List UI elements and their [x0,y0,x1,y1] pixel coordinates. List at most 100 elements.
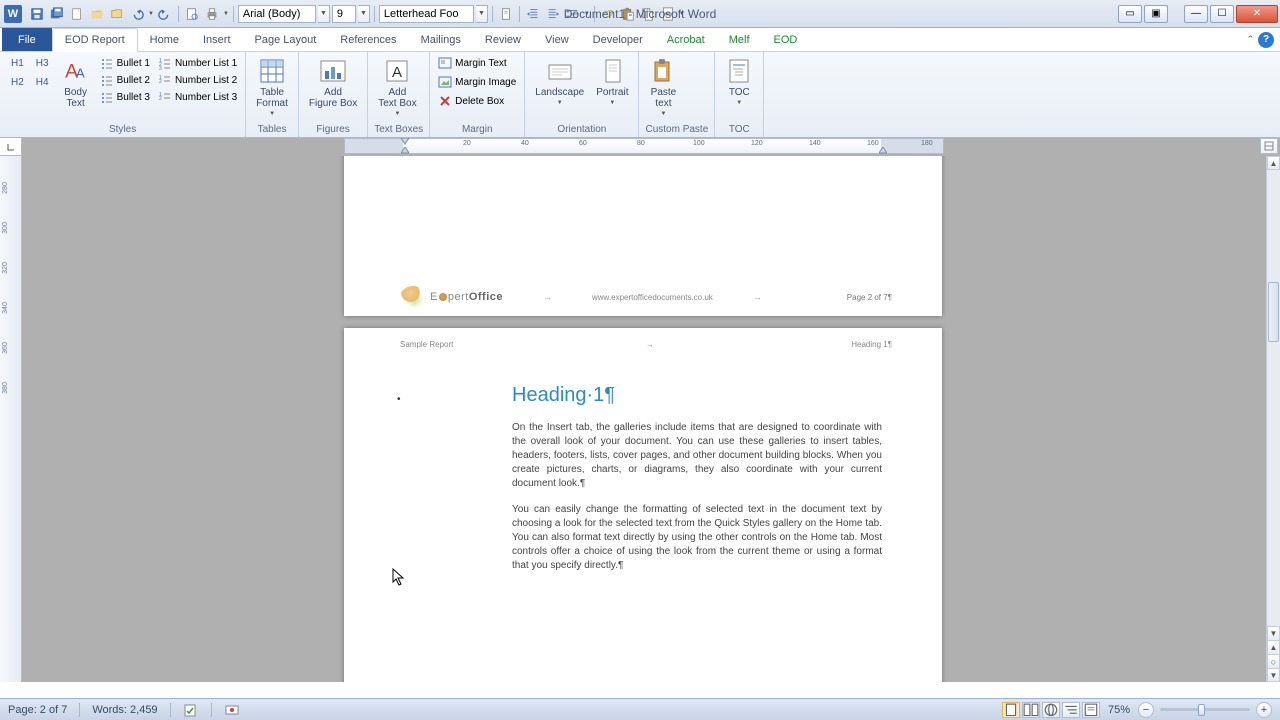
number-1-button[interactable]: 123Number List 1 [156,55,239,71]
tab-mailings[interactable]: Mailings [409,28,473,51]
header-right: Heading 1¶ [851,340,892,349]
page-count-label[interactable]: Page: 2 of 7 [8,704,67,716]
page-view-icon[interactable] [497,5,515,23]
horizontal-ruler[interactable]: 20 40 60 80 100 120 140 160 180 [344,138,944,154]
right-indent-marker[interactable] [879,147,887,155]
group-orientation: Landscape ▼ Portrait ▼ Orientation [525,52,639,137]
previous-page-button[interactable]: ▲ [1267,640,1280,654]
font-size-dropdown[interactable]: ▼ [358,5,370,23]
save-icon[interactable] [28,5,46,23]
maximize-button[interactable]: ☐ [1210,5,1234,23]
decrease-indent-icon[interactable] [524,5,542,23]
scroll-up-button[interactable]: ▲ [1267,156,1280,170]
number-2-button[interactable]: 12Number List 2 [156,72,239,88]
add-figure-box-button[interactable]: Add Figure Box [305,55,361,111]
zoom-level-label[interactable]: 75% [1108,704,1130,716]
margin-image-button[interactable]: Margin Image [436,74,518,90]
h4-style-button[interactable]: H4 [31,74,54,91]
tab-references[interactable]: References [328,28,408,51]
margin-text-button[interactable]: Margin Text [436,55,518,71]
tab-home[interactable]: Home [138,28,191,51]
bullet-3-button[interactable]: Bullet 3 [98,89,152,105]
zoom-slider-thumb[interactable] [1198,704,1205,716]
new-icon[interactable] [68,5,86,23]
ribbon-tabs: File EOD Report Home Insert Page Layout … [0,28,1280,52]
number-3-button[interactable]: 12Number List 3 [156,89,239,105]
print-layout-view-button[interactable] [1002,702,1020,718]
word-count-label[interactable]: Words: 2,459 [92,704,157,716]
body-text-button[interactable]: AA Body Text [58,55,94,111]
group-custom-paste: Paste text ▼ Custom Paste [639,52,715,137]
tab-developer[interactable]: Developer [581,28,655,51]
browse-object-button[interactable]: ○ [1267,654,1280,668]
full-screen-reading-view-button[interactable] [1022,702,1040,718]
delete-box-button[interactable]: Delete Box [436,93,518,109]
h3-style-button[interactable]: H3 [31,55,54,72]
web-layout-view-button[interactable] [1042,702,1060,718]
first-line-indent-marker[interactable] [401,138,409,146]
font-size-box[interactable]: 9 [332,5,356,23]
hanging-indent-marker[interactable] [401,147,409,155]
tab-selector[interactable] [0,138,21,156]
tab-insert[interactable]: Insert [191,28,243,51]
open-icon[interactable] [88,5,106,23]
portrait-icon [598,57,626,85]
tab-review[interactable]: Review [473,28,533,51]
macro-record-icon[interactable] [224,702,240,718]
tab-page-layout[interactable]: Page Layout [243,28,329,51]
zoom-slider[interactable] [1160,708,1250,711]
file-tab[interactable]: File [2,28,52,51]
font-name-box[interactable]: Arial (Body) [238,5,316,23]
company-logo-icon [400,286,426,308]
paste-text-button[interactable]: Paste text ▼ [645,55,681,119]
scroll-down-button[interactable]: ▼ [1267,626,1280,640]
margin-marker: • [397,394,401,405]
portrait-button[interactable]: Portrait ▼ [592,55,632,108]
quick-style-box[interactable]: Letterhead Foo [379,5,474,23]
bullet-icon [100,73,114,87]
vertical-ruler[interactable]: 280 300 320 340 360 380 [0,138,22,682]
close-button[interactable]: ✕ [1236,5,1278,23]
next-page-button[interactable]: ▼ [1267,668,1280,682]
ruler-toggle-button[interactable] [1260,138,1278,154]
status-bar: Page: 2 of 7 Words: 2,459 75% − + [0,698,1280,720]
minimize-button[interactable]: — [1184,5,1208,23]
outline-view-button[interactable] [1062,702,1080,718]
landscape-button[interactable]: Landscape ▼ [531,55,588,108]
group-margin: Margin Text Margin Image Delete Box Marg… [430,52,525,137]
print-preview-icon[interactable] [183,5,201,23]
bullet-2-button[interactable]: Bullet 2 [98,72,152,88]
zoom-in-button[interactable]: + [1256,702,1272,718]
vertical-scrollbar[interactable]: ▲ ▼ ▲ ○ ▼ [1266,156,1280,682]
help-icon[interactable]: ? [1258,32,1274,48]
h2-style-button[interactable]: H2 [6,74,29,91]
scroll-thumb[interactable] [1268,282,1279,342]
h1-style-button[interactable]: H1 [6,55,29,72]
bullet-1-button[interactable]: Bullet 1 [98,55,152,71]
zoom-out-button[interactable]: − [1138,702,1154,718]
font-name-dropdown[interactable]: ▼ [318,5,330,23]
toc-button[interactable]: TOC ▼ [721,55,757,108]
tab-acrobat[interactable]: Acrobat [655,28,717,51]
document-canvas[interactable]: EpertOffice → www.expertofficedocuments.… [22,156,1266,682]
table-format-button[interactable]: Table Format ▼ [252,55,292,119]
undo-icon[interactable] [128,5,146,23]
redo-icon[interactable] [156,5,174,23]
save-all-icon[interactable] [48,5,66,23]
number-list-icon: 12 [158,73,172,87]
print-icon[interactable] [203,5,221,23]
ribbon-restore-icon[interactable]: ▣ [1144,5,1168,23]
tab-eod-report[interactable]: EOD Report [52,28,138,52]
open-folder-icon[interactable] [108,5,126,23]
spell-check-icon[interactable] [183,702,199,718]
number-list-icon: 12 [158,90,172,104]
add-text-box-button[interactable]: A Add Text Box ▼ [374,55,420,119]
draft-view-button[interactable] [1082,702,1100,718]
ribbon-minimize-icon[interactable]: ▭ [1118,5,1142,23]
ribbon-collapse-icon[interactable]: ⌃ [1246,34,1254,45]
quick-style-dropdown[interactable]: ▼ [476,5,488,23]
increase-indent-icon[interactable] [544,5,562,23]
tab-view[interactable]: View [533,28,581,51]
tab-eod[interactable]: EOD [762,28,810,51]
tab-melf[interactable]: Melf [717,28,762,51]
